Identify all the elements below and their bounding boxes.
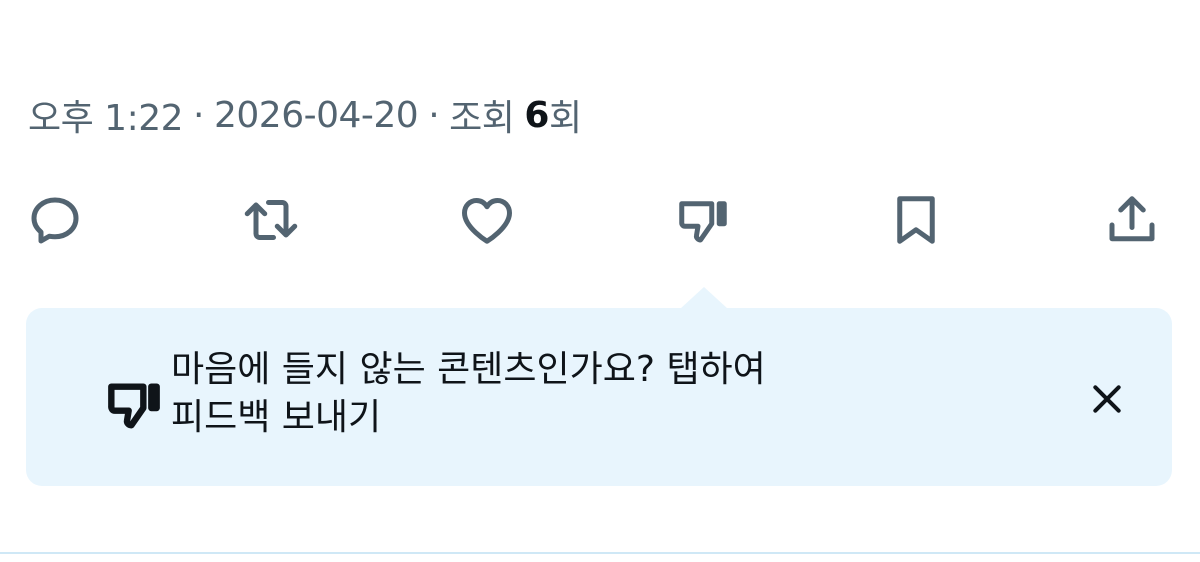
reply-button[interactable] [20, 185, 90, 255]
callout-thumbs-down [102, 372, 166, 436]
feedback-prompt-line1: 마음에 들지 않는 콘텐츠인가요? 탭하여 [171, 349, 766, 390]
post-date[interactable]: 2026-04-20 [214, 95, 419, 136]
callout-pointer [680, 287, 728, 309]
close-icon [1093, 385, 1121, 413]
thumbs-down-icon [679, 201, 727, 243]
share-icon [1109, 196, 1155, 242]
heart-icon [462, 198, 512, 244]
feedback-prompt-line2: 피드백 보내기 [171, 397, 382, 438]
speech-bubble-icon [31, 197, 79, 244]
post-metadata: 오후 1:22 · 2026-04-20 · 조회 6 회 [28, 90, 582, 140]
share-button[interactable] [1097, 185, 1167, 255]
dislike-button[interactable] [668, 185, 738, 255]
bookmark-button[interactable] [881, 185, 951, 255]
action-bar [0, 185, 1200, 255]
post-time[interactable]: 오후 1:22 [28, 89, 184, 141]
views-suffix: 회 [548, 98, 582, 139]
feedback-callout: 마음에 들지 않는 콘텐츠인가요? 탭하여 피드백 보내기 [26, 308, 1172, 486]
bookmark-icon [897, 196, 935, 244]
divider [0, 552, 1200, 554]
repost-icon [244, 200, 298, 240]
thumbs-down-icon [108, 383, 160, 429]
feedback-prompt[interactable]: 마음에 들지 않는 콘텐츠인가요? 탭하여 피드백 보내기 [171, 346, 931, 442]
separator: · [428, 94, 440, 136]
like-button[interactable] [452, 185, 522, 255]
repost-button[interactable] [236, 185, 306, 255]
close-callout-button[interactable] [1084, 376, 1130, 422]
separator: · [193, 94, 204, 136]
views-label: 조회 [449, 98, 515, 139]
views-count: 6 [524, 94, 549, 136]
